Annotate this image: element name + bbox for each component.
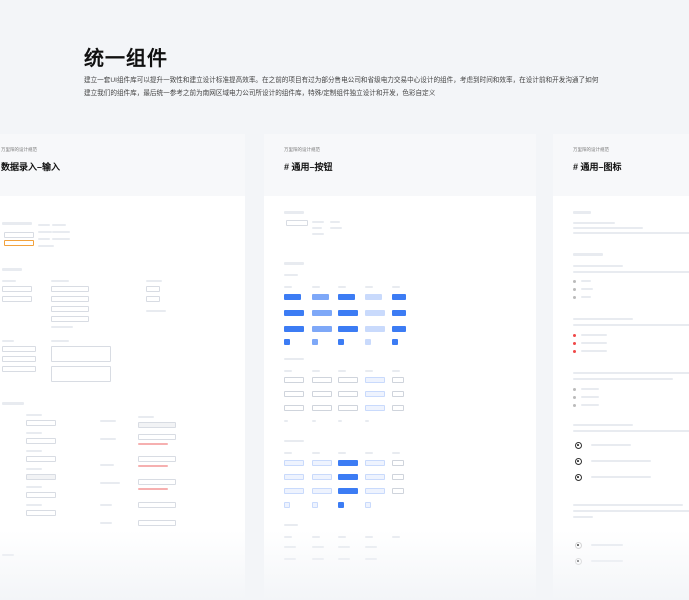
card-input-spec: 万里阳的设计规范 数据录入–输入 xyxy=(0,134,245,600)
card-header: 万里阳的设计规范 数据录入–输入 xyxy=(0,134,245,196)
card-header: 万里阳的设计规范 # 通用–图标 xyxy=(553,134,689,196)
card-title: # 通用–按钮 xyxy=(284,162,333,172)
card-title: # 通用–图标 xyxy=(573,162,622,172)
card-header: 万里阳的设计规范 # 通用–按钮 xyxy=(264,134,536,196)
card-button-spec: 万里阳的设计规范 # 通用–按钮 xyxy=(264,134,536,600)
card-kicker: 万里阳的设计规范 xyxy=(573,147,609,152)
card-kicker: 万里阳的设计规范 xyxy=(284,147,320,152)
page-title: 统一组件 xyxy=(84,48,168,70)
card-icon-spec: 万里阳的设计规范 # 通用–图标 xyxy=(553,134,689,600)
card-title: 数据录入–输入 xyxy=(1,162,61,172)
card-kicker: 万里阳的设计规范 xyxy=(1,147,37,152)
target-icon xyxy=(575,474,582,481)
page-description: 建立一套UI组件库可以提升一致性和建立设计标准提高效率。在之前的项目有过为部分售… xyxy=(84,77,599,97)
target-icon xyxy=(575,442,582,449)
target-icon xyxy=(575,458,582,465)
